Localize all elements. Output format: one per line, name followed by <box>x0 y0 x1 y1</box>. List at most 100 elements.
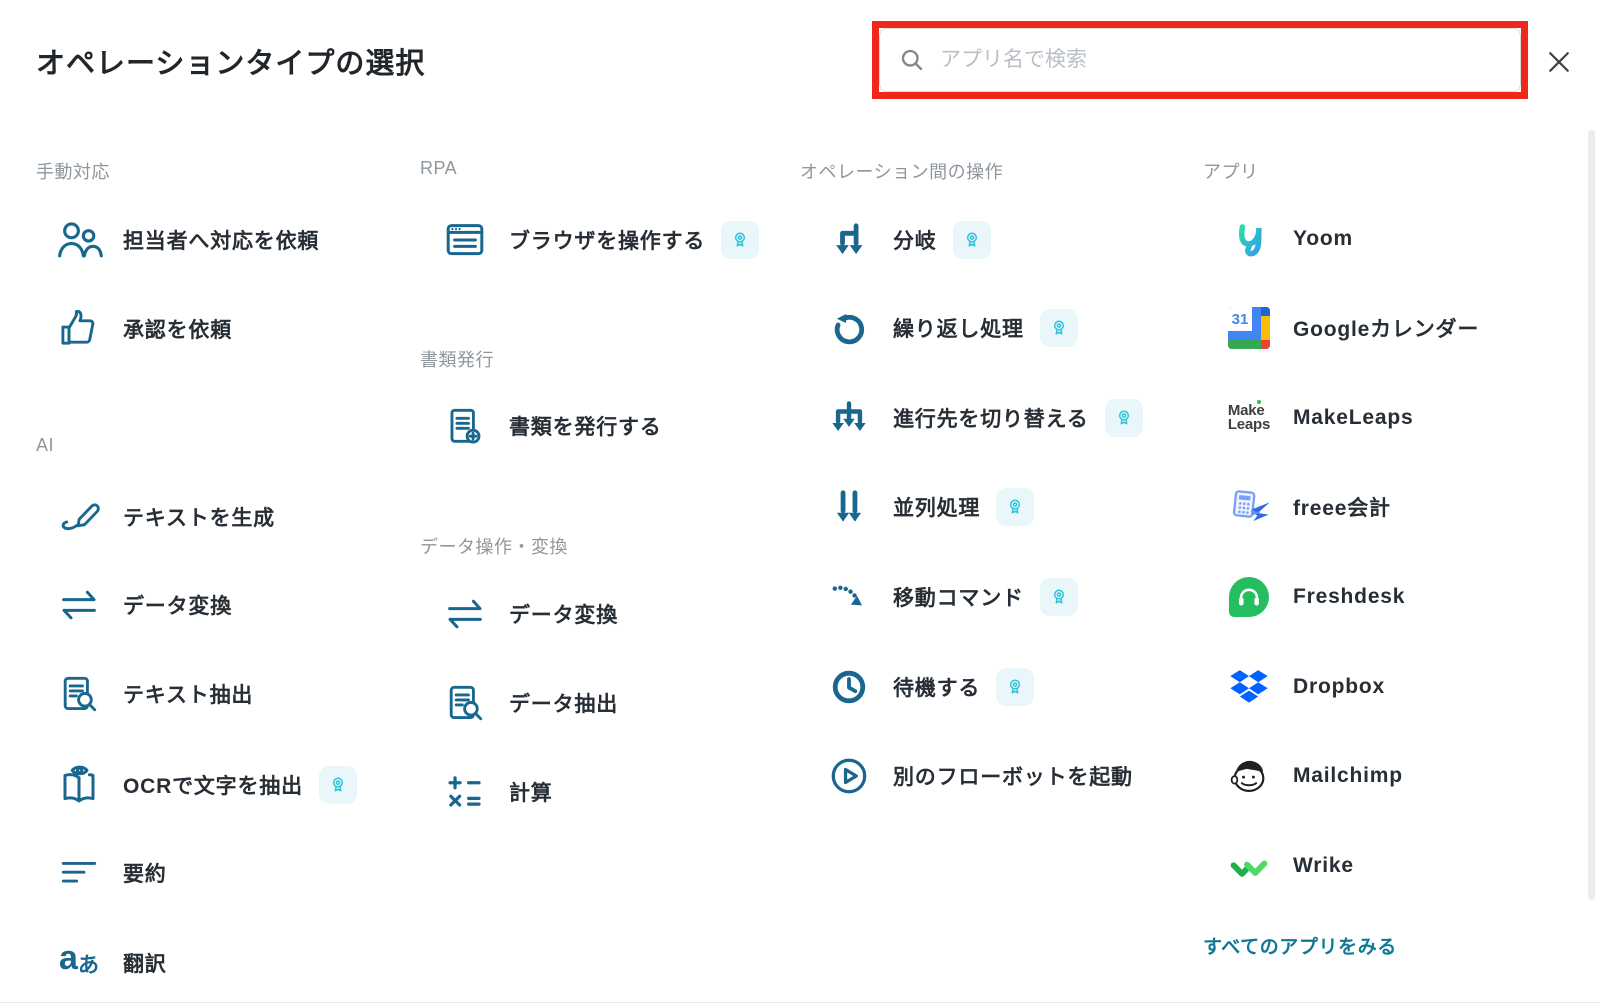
section-header: アプリ <box>1203 158 1259 184</box>
app-item-makeleaps[interactable]: MakeLeaps MakeLeaps <box>1222 391 1413 445</box>
operation-item-data-convert[interactable]: データ変換 <box>438 587 618 641</box>
item-label: データ抽出 <box>509 688 618 718</box>
operation-item-parallel[interactable]: 並列処理 <box>822 480 1034 534</box>
item-label: 計算 <box>509 777 553 807</box>
item-label: ブラウザを操作する <box>509 225 705 255</box>
section-header: AI <box>36 435 54 456</box>
freshdesk-logo <box>1222 570 1276 624</box>
loop-icon <box>822 301 876 355</box>
operation-item-text-extract[interactable]: テキスト抽出 <box>52 667 253 721</box>
certification-badge-icon <box>721 221 759 259</box>
google-calendar-logo: 31 <box>1222 301 1276 355</box>
translate-icon: aあ <box>52 936 106 990</box>
item-label: テキスト抽出 <box>123 679 253 709</box>
section-header: 書類発行 <box>420 346 494 372</box>
app-item-dropbox[interactable]: Dropbox <box>1222 660 1385 714</box>
item-label: 別のフローボットを起動 <box>893 761 1133 791</box>
app-item-wrike[interactable]: Wrike <box>1222 839 1354 893</box>
operation-item-translate[interactable]: aあ 翻訳 <box>52 936 167 990</box>
operation-item-data-convert[interactable]: データ変換 <box>52 578 232 632</box>
mailchimp-logo <box>1222 749 1276 803</box>
column-between-operations: オペレーション間の操作 分岐 <box>800 0 1195 1007</box>
operation-item-branch[interactable]: 分岐 <box>822 213 991 267</box>
app-label: MakeLeaps <box>1293 406 1413 430</box>
operation-item-calculate[interactable]: 計算 <box>438 765 553 819</box>
section-header: データ操作・変換 <box>420 533 568 559</box>
operation-type-modal: オペレーションタイプの選択 手動対応 <box>0 0 1600 1007</box>
item-label: 承認を依頼 <box>123 314 232 344</box>
pen-icon <box>52 490 106 544</box>
item-label: 待機する <box>893 672 980 702</box>
operation-item-switch-route[interactable]: 進行先を切り替える <box>822 391 1143 445</box>
item-label: 担当者へ対応を依頼 <box>123 225 319 255</box>
move-command-icon <box>822 570 876 624</box>
operation-item-issue-document[interactable]: 書類を発行する <box>438 399 662 453</box>
item-label: 並列処理 <box>893 492 980 522</box>
operation-item-move-command[interactable]: 移動コマンド <box>822 570 1078 624</box>
app-label: Freshdesk <box>1293 585 1405 609</box>
see-all-apps-link[interactable]: すべてのアプリをみる <box>1203 932 1397 959</box>
calculator-symbols-icon <box>438 765 492 819</box>
section-header: オペレーション間の操作 <box>800 158 1003 184</box>
operation-item-request-approval[interactable]: 承認を依頼 <box>52 302 232 356</box>
column-apps: アプリ Yoom 31 Googleカレンダー <box>1203 0 1583 1007</box>
item-label: 要約 <box>123 858 167 888</box>
swap-arrows-icon <box>52 578 106 632</box>
app-item-freshdesk[interactable]: Freshdesk <box>1222 570 1405 624</box>
item-label: 書類を発行する <box>509 411 662 441</box>
column-rpa-docs-data: RPA ブラウザを操作する 書類発行 <box>420 0 790 1007</box>
certification-badge-icon <box>1040 578 1078 616</box>
dropbox-logo <box>1222 660 1276 714</box>
certification-badge-icon <box>1105 399 1143 437</box>
section-header: 手動対応 <box>36 158 110 184</box>
operation-item-summarize[interactable]: 要約 <box>52 846 167 900</box>
certification-badge-icon <box>953 221 991 259</box>
operation-item-launch-flowbot[interactable]: 別のフローボットを起動 <box>822 749 1133 803</box>
column-manual-and-ai: 手動対応 担当者へ対応を依頼 承認を依頼 AI <box>36 0 408 1007</box>
users-icon <box>52 213 106 267</box>
document-plus-icon <box>438 399 492 453</box>
item-label: 分岐 <box>893 225 937 255</box>
app-item-freee[interactable]: freee会計 <box>1222 480 1391 534</box>
document-search-icon <box>438 676 492 730</box>
thumbs-up-icon <box>52 302 106 356</box>
makeleaps-logo: MakeLeaps <box>1222 391 1276 445</box>
operation-item-wait[interactable]: 待機する <box>822 660 1034 714</box>
switch-route-icon <box>822 391 876 445</box>
parallel-arrows-icon <box>822 480 876 534</box>
operation-item-request-staff[interactable]: 担当者へ対応を依頼 <box>52 213 319 267</box>
app-item-yoom[interactable]: Yoom <box>1222 212 1353 266</box>
operation-item-data-extract[interactable]: データ抽出 <box>438 676 618 730</box>
certification-badge-icon <box>319 766 357 804</box>
operation-item-generate-text[interactable]: テキストを生成 <box>52 490 275 544</box>
item-label: 繰り返し処理 <box>893 313 1024 343</box>
operation-item-browser[interactable]: ブラウザを操作する <box>438 213 759 267</box>
app-item-mailchimp[interactable]: Mailchimp <box>1222 749 1403 803</box>
app-label: Yoom <box>1293 227 1353 251</box>
browser-icon <box>438 213 492 267</box>
certification-badge-icon <box>996 488 1034 526</box>
document-search-icon <box>52 667 106 721</box>
app-item-google-calendar[interactable]: 31 Googleカレンダー <box>1222 301 1479 355</box>
modal-bottom-border <box>0 1002 1600 1003</box>
scrollbar[interactable] <box>1588 130 1595 900</box>
book-eye-icon <box>52 758 106 812</box>
item-label: OCRで文字を抽出 <box>123 770 303 800</box>
freee-logo <box>1222 480 1276 534</box>
item-label: 移動コマンド <box>893 582 1024 612</box>
summary-lines-icon <box>52 846 106 900</box>
operation-item-ocr[interactable]: OCRで文字を抽出 <box>52 758 357 812</box>
app-label: Googleカレンダー <box>1293 313 1479 343</box>
item-label: 翻訳 <box>123 948 167 978</box>
yoom-logo <box>1222 212 1276 266</box>
item-label: テキストを生成 <box>123 502 275 532</box>
clock-icon <box>822 660 876 714</box>
operation-item-loop[interactable]: 繰り返し処理 <box>822 301 1078 355</box>
play-circle-icon <box>822 749 876 803</box>
certification-badge-icon <box>1040 309 1078 347</box>
section-header: RPA <box>420 158 457 179</box>
app-label: freee会計 <box>1293 492 1391 522</box>
branch-icon <box>822 213 876 267</box>
item-label: データ変換 <box>509 599 618 629</box>
app-label: Dropbox <box>1293 675 1385 699</box>
